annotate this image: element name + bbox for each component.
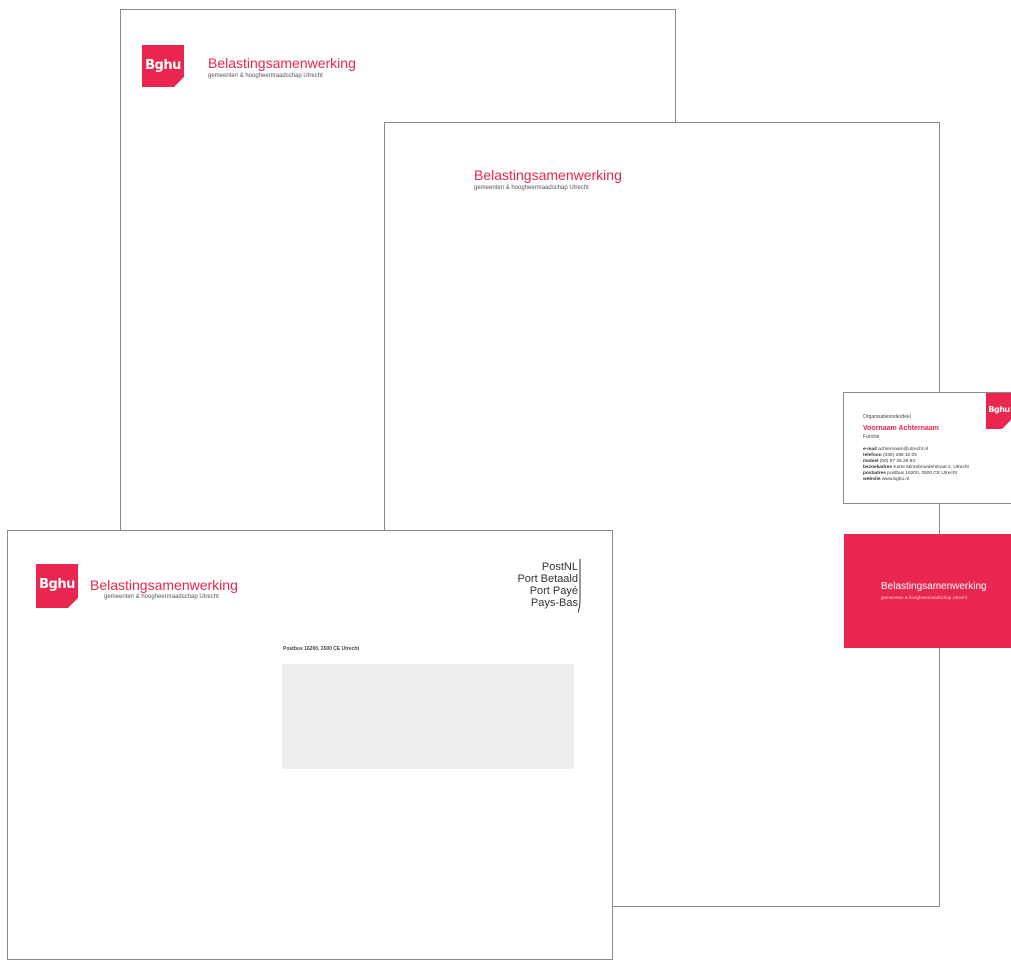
brand-subtitle: gemeenten & hoogheemraadschap Utrecht bbox=[881, 595, 968, 600]
card-contact-row: website www.bghu.nl bbox=[863, 477, 910, 482]
business-card-back: Belastingsamenwerking gemeenten & hooghe… bbox=[844, 534, 1011, 648]
bghu-logo: Bghu bbox=[36, 564, 78, 608]
postage-line: Pays-Bas bbox=[530, 597, 578, 609]
bghu-logo: Bghu bbox=[142, 45, 184, 87]
postage-line: PostNL bbox=[541, 561, 578, 573]
bghu-logo: Bghu bbox=[986, 393, 1011, 429]
card-name: Voornaam Achternaam bbox=[863, 425, 939, 432]
postage-frame-curve bbox=[578, 559, 581, 614]
business-card-front: Bghu Organisatieonderdeel Voornaam Achte… bbox=[843, 392, 1011, 504]
brand-subtitle: gemeenten & hoogheemraadschap Utrecht bbox=[104, 594, 219, 600]
brand-name: Belastingsamenwerking bbox=[208, 55, 356, 71]
brand-name: Belastingsamenwerking bbox=[881, 581, 987, 592]
brand-subtitle: gemeenten & hoogheemraadschap Utrecht bbox=[208, 73, 323, 79]
card-department: Organisatieonderdeel bbox=[863, 414, 911, 420]
brand-name: Belastingsamenwerking bbox=[474, 167, 622, 183]
postage-line: Port Betaald bbox=[517, 573, 578, 585]
card-contact-list: e-mail achternaam@utrecht.nl telefoon (0… bbox=[863, 447, 969, 483]
bghu-logo-text: Bghu bbox=[145, 58, 181, 73]
card-function: Functie bbox=[863, 434, 880, 440]
brand-subtitle: gemeenten & hoogheemraadschap Utrecht bbox=[474, 185, 589, 191]
postage-line: Port Payé bbox=[529, 585, 578, 597]
return-address: Postbus 16200, 3500 CE Utrecht bbox=[283, 646, 360, 652]
bghu-logo-text: Bghu bbox=[39, 577, 75, 592]
brand-name: Belastingsamenwerking bbox=[90, 577, 238, 593]
address-window bbox=[282, 664, 574, 769]
bghu-logo-text: Bghu bbox=[988, 405, 1010, 414]
envelope: Bghu Belastingsamenwerking gemeenten & h… bbox=[7, 530, 613, 960]
postage-indicia: PostNL Port Betaald Port Payé Pays-Bas bbox=[517, 559, 584, 614]
